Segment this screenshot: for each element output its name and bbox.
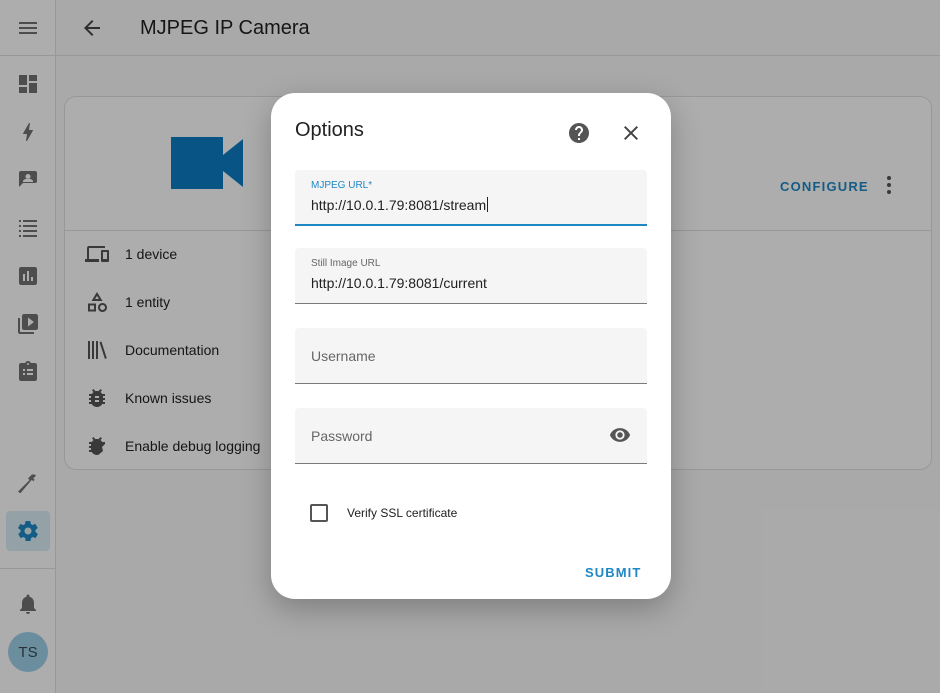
options-dialog: Options MJPEG URL* http://10.0.1.79:8081… [271, 93, 671, 599]
dialog-title: Options [295, 119, 364, 141]
password-field[interactable]: Password [295, 408, 647, 464]
verify-ssl-label[interactable]: Verify SSL certificate [347, 506, 457, 520]
still-image-url-field[interactable]: Still Image URL http://10.0.1.79:8081/cu… [295, 248, 647, 304]
username-field[interactable]: Username [295, 328, 647, 384]
still-image-url-input[interactable]: http://10.0.1.79:8081/current [311, 275, 487, 291]
submit-button[interactable]: SUBMIT [585, 565, 641, 580]
mjpeg-url-field[interactable]: MJPEG URL* http://10.0.1.79:8081/stream [295, 170, 647, 226]
close-icon[interactable] [619, 121, 643, 145]
username-placeholder[interactable]: Username [311, 348, 376, 364]
help-icon[interactable] [567, 121, 591, 145]
show-password-eye-icon[interactable] [609, 424, 631, 446]
mjpeg-url-label: MJPEG URL* [311, 180, 373, 191]
verify-ssl-checkbox[interactable] [310, 504, 328, 522]
password-placeholder[interactable]: Password [311, 428, 372, 444]
mjpeg-url-input[interactable]: http://10.0.1.79:8081/stream [311, 197, 489, 213]
still-image-url-label: Still Image URL [311, 258, 381, 269]
